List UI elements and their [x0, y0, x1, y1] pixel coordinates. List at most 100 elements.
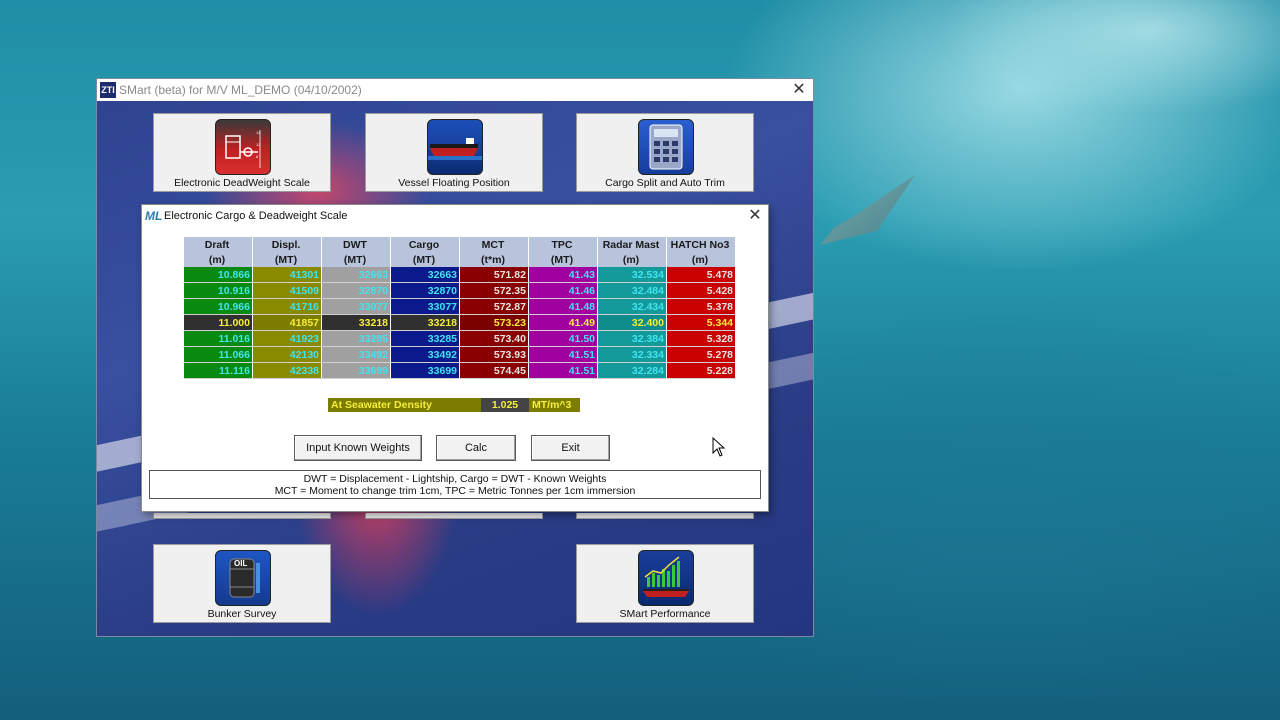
- table-cell[interactable]: 32.384: [597, 330, 667, 347]
- table-cell[interactable]: 32.434: [597, 298, 667, 315]
- table-cell[interactable]: 10.966: [184, 298, 253, 315]
- dialog-body: Draft Displ. DWT Cargo MCT TPC Radar Mas…: [142, 227, 768, 511]
- calc-button[interactable]: Calc: [436, 435, 516, 461]
- table-cell[interactable]: 33492: [390, 346, 460, 363]
- deadweight-table: Draft Displ. DWT Cargo MCT TPC Radar Mas…: [184, 237, 736, 379]
- table-row[interactable]: 11.066 42130 33492 33492 573.93 41.51 32.334 5.…: [184, 346, 736, 363]
- tile-smart-performance[interactable]: SMart Performance: [576, 544, 754, 623]
- table-row[interactable]: 11.000 41857 33218 33218 573.23 41.49 32.400 5.…: [184, 314, 736, 331]
- exit-button[interactable]: Exit: [531, 435, 610, 461]
- table-cell[interactable]: 11.000: [184, 314, 253, 331]
- table-cell[interactable]: 41.49: [528, 314, 598, 331]
- table-cell[interactable]: 42338: [252, 362, 322, 379]
- table-cell[interactable]: 5.344: [666, 314, 736, 331]
- table-cell[interactable]: 32870: [321, 282, 391, 299]
- table-cell[interactable]: 32870: [390, 282, 460, 299]
- table-cell[interactable]: 41.51: [528, 346, 598, 363]
- table-cell[interactable]: 5.378: [666, 298, 736, 315]
- dialog-title: Electronic Cargo & Deadweight Scale: [164, 210, 348, 222]
- hidden-tile-edge: [365, 513, 543, 519]
- tile-vessel-floating-position[interactable]: Vessel Floating Position: [365, 113, 543, 192]
- table-cell[interactable]: 32.534: [597, 267, 667, 283]
- table-cell[interactable]: 32.484: [597, 282, 667, 299]
- table-cell[interactable]: 41923: [252, 330, 322, 347]
- mouse-cursor-icon: [712, 437, 726, 457]
- column-unit: (m): [666, 252, 736, 267]
- tile-label: Electronic DeadWeight Scale: [174, 177, 310, 189]
- table-cell[interactable]: 41.43: [528, 267, 598, 283]
- table-cell[interactable]: 33285: [321, 330, 391, 347]
- table-cell[interactable]: 5.478: [666, 267, 736, 283]
- table-cell[interactable]: 33492: [321, 346, 391, 363]
- performance-chart-icon: [638, 550, 694, 606]
- vessel-icon: [427, 119, 483, 175]
- table-cell[interactable]: 33285: [390, 330, 460, 347]
- table-row[interactable]: 10.866 41301 32663 32663 571.82 41.43 32.534 5.…: [184, 267, 736, 283]
- main-titlebar[interactable]: ZTI SMart (beta) for M/V ML_DEMO (04/10/…: [97, 79, 813, 101]
- tile-cargo-split-auto-trim[interactable]: Cargo Split and Auto Trim: [576, 113, 754, 192]
- app-logo-icon: ZTI: [100, 82, 116, 98]
- column-unit: (MT): [252, 252, 322, 267]
- table-cell[interactable]: 42130: [252, 346, 322, 363]
- table-cell[interactable]: 573.23: [459, 314, 529, 331]
- table-cell[interactable]: 572.35: [459, 282, 529, 299]
- density-value[interactable]: 1.025: [481, 398, 529, 412]
- table-cell[interactable]: 33699: [390, 362, 460, 379]
- table-cell[interactable]: 573.40: [459, 330, 529, 347]
- table-cell[interactable]: 41.50: [528, 330, 598, 347]
- table-cell[interactable]: 11.016: [184, 330, 253, 347]
- table-cell[interactable]: 33077: [390, 298, 460, 315]
- column-unit: (MT): [390, 252, 460, 267]
- table-cell[interactable]: 10.866: [184, 267, 253, 283]
- main-close-icon[interactable]: ✕: [789, 81, 809, 99]
- table-cell[interactable]: 41.46: [528, 282, 598, 299]
- table-row[interactable]: 10.916 41509 32870 32870 572.35 41.46 32.484 5.…: [184, 282, 736, 299]
- table-cell[interactable]: 573.93: [459, 346, 529, 363]
- table-cell[interactable]: 5.428: [666, 282, 736, 299]
- dialog-titlebar[interactable]: ML Electronic Cargo & Deadweight Scale ✕: [142, 205, 768, 227]
- table-cell[interactable]: 32.400: [597, 314, 667, 331]
- table-row[interactable]: 11.016 41923 33285 33285 573.40 41.50 32.384 5.…: [184, 330, 736, 347]
- table-row[interactable]: 10.966 41716 33077 33077 572.87 41.48 32.434 5.…: [184, 298, 736, 315]
- dialog-close-icon[interactable]: ✕: [745, 207, 765, 225]
- tile-label: Bunker Survey: [207, 608, 277, 620]
- column-header: Draft: [184, 237, 253, 252]
- table-cell[interactable]: 33218: [321, 314, 391, 331]
- column-unit: (m): [184, 252, 253, 267]
- table-cell[interactable]: 33218: [390, 314, 460, 331]
- table-cell[interactable]: 5.278: [666, 346, 736, 363]
- tile-bunker-survey[interactable]: OIL Bunker Survey: [153, 544, 331, 623]
- table-cell[interactable]: 32.334: [597, 346, 667, 363]
- column-header: HATCH No3: [666, 237, 736, 252]
- table-cell[interactable]: 41.51: [528, 362, 598, 379]
- table-cell[interactable]: 33699: [321, 362, 391, 379]
- table-row[interactable]: 11.116 42338 33699 33699 574.45 41.51 32.284 5.…: [184, 362, 736, 379]
- table-cell[interactable]: 11.066: [184, 346, 253, 363]
- column-unit: (m): [597, 252, 667, 267]
- table-cell[interactable]: 41509: [252, 282, 322, 299]
- column-header: MCT: [459, 237, 529, 252]
- tile-electronic-deadweight-scale[interactable]: 14 12 8 Electronic DeadWeight Scale: [153, 113, 331, 192]
- table-cell[interactable]: 41.48: [528, 298, 598, 315]
- oil-label: OIL: [234, 559, 247, 568]
- table-cell[interactable]: 574.45: [459, 362, 529, 379]
- column-unit: (t*m): [459, 252, 529, 267]
- input-known-weights-button[interactable]: Input Known Weights: [294, 435, 422, 461]
- table-cell[interactable]: 41857: [252, 314, 322, 331]
- table-cell[interactable]: 11.116: [184, 362, 253, 379]
- table-cell[interactable]: 571.82: [459, 267, 529, 283]
- table-cell[interactable]: 41301: [252, 267, 322, 283]
- table-cell[interactable]: 572.87: [459, 298, 529, 315]
- table-cell[interactable]: 33077: [321, 298, 391, 315]
- table-cell[interactable]: 5.328: [666, 330, 736, 347]
- ml-logo-icon: ML: [145, 209, 163, 223]
- table-cell[interactable]: 32.284: [597, 362, 667, 379]
- legend-line-2: MCT = Moment to change trim 1cm, TPC = M…: [274, 485, 636, 497]
- column-header: Cargo: [390, 237, 460, 252]
- table-cell[interactable]: 5.228: [666, 362, 736, 379]
- table-cell[interactable]: 10.916: [184, 282, 253, 299]
- table-cell[interactable]: 32663: [321, 267, 391, 283]
- table-cell[interactable]: 32663: [390, 267, 460, 283]
- seawater-density: At Seawater Density 1.025 MT/m^3: [328, 398, 580, 412]
- table-cell[interactable]: 41716: [252, 298, 322, 315]
